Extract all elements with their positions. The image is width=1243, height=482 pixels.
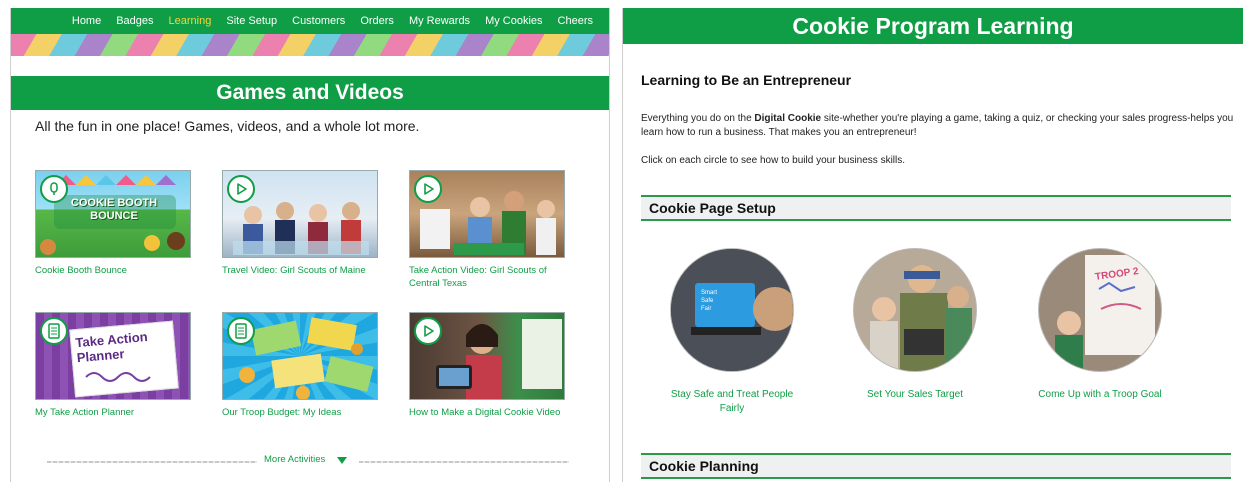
poster-photo bbox=[1039, 249, 1161, 371]
card-caption[interactable]: Travel Video: Girl Scouts of Maine bbox=[222, 264, 378, 277]
laptop-photo bbox=[671, 249, 793, 371]
card-cookie-booth-bounce[interactable]: COOKIE BOOTH BOUNCE Cookie Booth Bounce bbox=[35, 170, 191, 277]
section-cookie-page-setup: Cookie Page Setup bbox=[641, 195, 1231, 221]
circle-label-stay-safe[interactable]: Stay Safe and Treat People Fairly bbox=[662, 388, 802, 416]
nav-site-setup[interactable]: Site Setup bbox=[226, 15, 277, 27]
digital-cookie-emphasis: Digital Cookie bbox=[754, 113, 822, 124]
card-travel-video[interactable]: Travel Video: Girl Scouts of Maine bbox=[222, 170, 378, 277]
divider-line bbox=[47, 461, 257, 463]
card-take-action-planner[interactable]: Take Action Planner My Take Action Plann… bbox=[35, 312, 191, 419]
game-icon bbox=[40, 175, 68, 203]
play-icon bbox=[227, 175, 255, 203]
more-activities-toggle[interactable]: More Activities bbox=[35, 454, 575, 468]
instruction-text: Click on each circle to see how to build… bbox=[641, 155, 906, 166]
planner-thumbnail[interactable]: Take Action Planner bbox=[35, 312, 191, 400]
circle-label-troop-goal[interactable]: Come Up with a Troop Goal bbox=[1030, 388, 1170, 402]
video-thumbnail[interactable] bbox=[222, 170, 378, 258]
card-caption[interactable]: Our Troop Budget: My Ideas bbox=[222, 406, 378, 419]
chevron-down-icon[interactable] bbox=[337, 457, 347, 464]
card-take-action-video[interactable]: Take Action Video: Girl Scouts of Centra… bbox=[409, 170, 565, 290]
video-thumbnail[interactable] bbox=[409, 312, 565, 400]
paragraph-text: Everything you do on the bbox=[641, 113, 755, 124]
video-thumbnail[interactable] bbox=[409, 170, 565, 258]
circle-sales-target[interactable] bbox=[853, 248, 977, 372]
card-troop-budget[interactable]: Our Troop Budget: My Ideas bbox=[222, 312, 378, 419]
card-digital-cookie-video[interactable]: How to Make a Digital Cookie Video bbox=[409, 312, 565, 419]
play-icon bbox=[414, 317, 442, 345]
circle-troop-goal[interactable]: TROOP 2 bbox=[1038, 248, 1162, 372]
screen-line: Fair bbox=[701, 306, 712, 312]
nav-cheers[interactable]: Cheers bbox=[558, 15, 593, 27]
cookie-program-learning-panel: Cookie Program Learning Learning to Be a… bbox=[622, 8, 1243, 482]
screen-line: Safe bbox=[701, 298, 714, 304]
page-title: Games and Videos bbox=[11, 76, 609, 110]
intro-text: All the fun in one place! Games, videos,… bbox=[35, 118, 420, 134]
circle-label-sales-target[interactable]: Set Your Sales Target bbox=[845, 388, 985, 402]
document-icon bbox=[227, 317, 255, 345]
laptop-screen-text: Smart Safe Fair bbox=[701, 289, 717, 313]
section-cookie-planning: Cookie Planning bbox=[641, 453, 1231, 479]
document-icon bbox=[40, 317, 68, 345]
section-heading: Learning to Be an Entrepreneur bbox=[641, 72, 852, 88]
nav-customers[interactable]: Customers bbox=[292, 15, 345, 27]
card-caption[interactable]: Cookie Booth Bounce bbox=[35, 264, 191, 277]
card-caption[interactable]: How to Make a Digital Cookie Video bbox=[409, 406, 565, 419]
intro-paragraph: Everything you do on the Digital Cookie … bbox=[641, 112, 1236, 140]
nav-home[interactable]: Home bbox=[72, 15, 101, 27]
card-caption[interactable]: My Take Action Planner bbox=[35, 406, 191, 419]
more-activities-label[interactable]: More Activities bbox=[264, 454, 325, 465]
play-icon bbox=[414, 175, 442, 203]
card-caption[interactable]: Take Action Video: Girl Scouts of Centra… bbox=[409, 264, 565, 290]
scouts-with-tablet-photo bbox=[854, 249, 976, 371]
thumbnail-title: COOKIE BOOTH BOUNCE bbox=[70, 197, 158, 222]
nav-orders[interactable]: Orders bbox=[360, 15, 394, 27]
page-title: Cookie Program Learning bbox=[623, 8, 1243, 44]
decorative-header-band bbox=[11, 34, 609, 56]
nav-learning[interactable]: Learning bbox=[169, 15, 212, 27]
circle-stay-safe[interactable]: Smart Safe Fair bbox=[670, 248, 794, 372]
top-navigation: Home Badges Learning Site Setup Customer… bbox=[11, 8, 609, 34]
nav-badges[interactable]: Badges bbox=[116, 15, 153, 27]
screen-line: Smart bbox=[701, 290, 718, 296]
nav-my-cookies[interactable]: My Cookies bbox=[485, 15, 542, 27]
nav-my-rewards[interactable]: My Rewards bbox=[409, 15, 470, 27]
budget-thumbnail[interactable] bbox=[222, 312, 378, 400]
game-thumbnail[interactable]: COOKIE BOOTH BOUNCE bbox=[35, 170, 191, 258]
divider-line bbox=[359, 461, 569, 463]
